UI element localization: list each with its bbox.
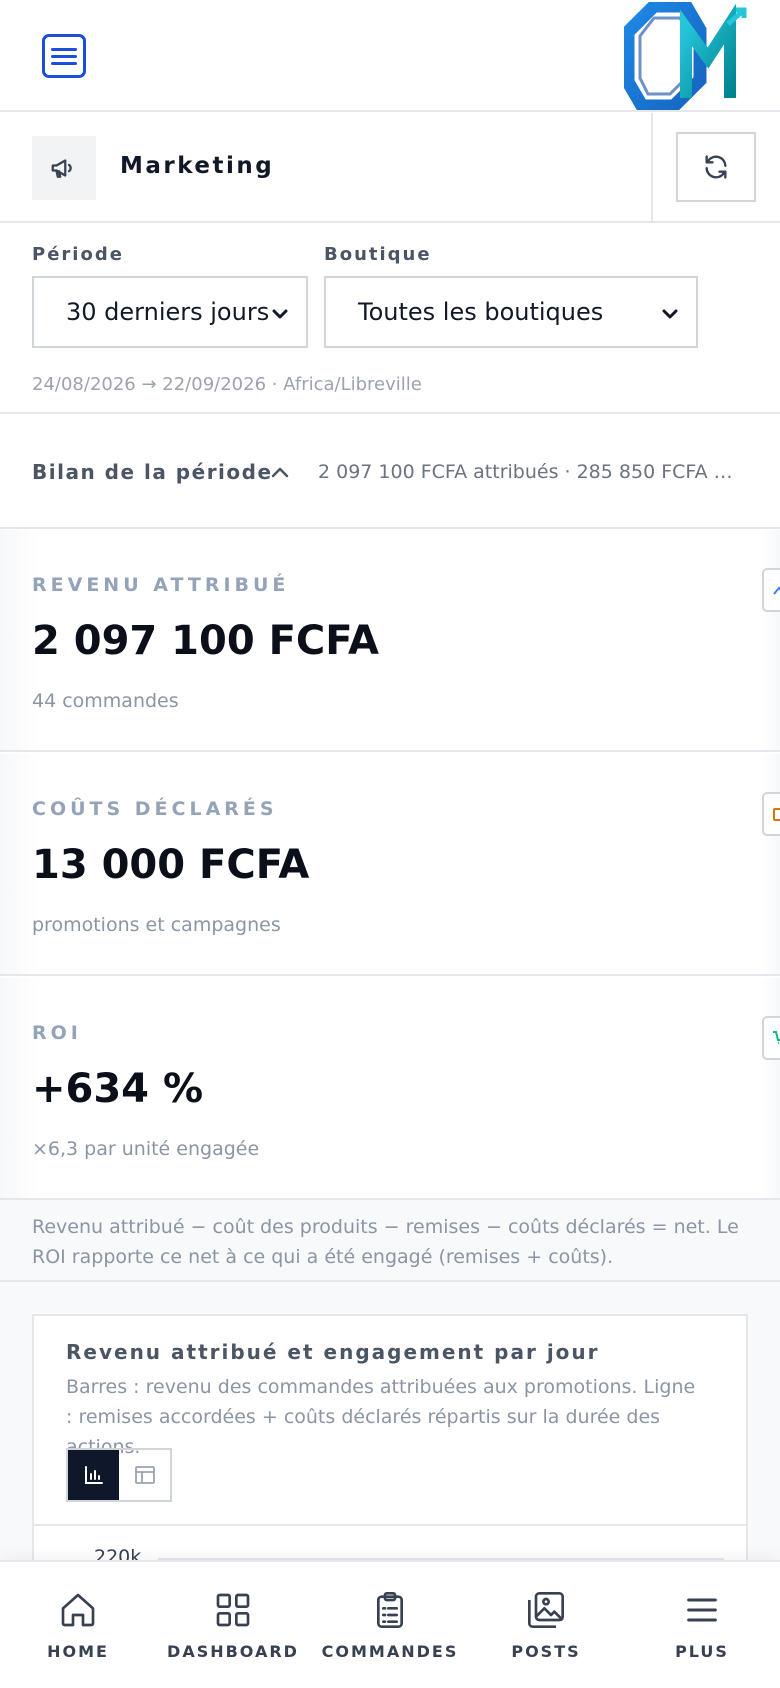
kpi-subtext: ×6,3 par unité engagée bbox=[32, 1138, 260, 1160]
nav-label: DASHBOARD bbox=[167, 1642, 299, 1661]
om-logo[interactable] bbox=[624, 2, 748, 110]
chevron-down-icon bbox=[662, 309, 678, 319]
top-bar bbox=[0, 0, 780, 112]
kpi-card-roi: ROI +634 % ×6,3 par unité engagée bbox=[0, 978, 780, 1200]
kpi-subtext: promotions et campagnes bbox=[32, 914, 281, 936]
divider bbox=[651, 113, 653, 223]
period-select[interactable]: 30 derniers jours bbox=[32, 276, 308, 348]
kpi-label: ROI bbox=[32, 1022, 82, 1044]
nav-dashboard[interactable]: DASHBOARD bbox=[163, 1562, 303, 1688]
date-range-info: 24/08/2026 → 22/09/2026 · Africa/Librevi… bbox=[32, 374, 422, 395]
bottom-navigation: HOME DASHBOARD COMMANDES POSTS PLUS bbox=[0, 1560, 780, 1688]
shop-select[interactable]: Toutes les boutiques bbox=[324, 276, 698, 348]
roi-formula-note: Revenu attribué − coût des produits − re… bbox=[0, 1200, 780, 1282]
summary-text: 2 097 100 FCFA attribués · 285 850 FCFA … bbox=[318, 461, 738, 483]
chart-card: Revenu attribué et engagement par jour B… bbox=[32, 1314, 748, 1574]
nav-posts[interactable]: POSTS bbox=[486, 1562, 606, 1688]
clipboard-icon bbox=[377, 1592, 403, 1628]
kpi-card-revenue: REVENU ATTRIBUÉ 2 097 100 FCFA 44 comman… bbox=[0, 530, 780, 752]
nav-label: COMMANDES bbox=[321, 1642, 459, 1661]
nav-label: HOME bbox=[47, 1642, 109, 1661]
kpi-label: REVENU ATTRIBUÉ bbox=[32, 574, 290, 596]
kpi-card-costs: COÛTS DÉCLARÉS 13 000 FCFA promotions et… bbox=[0, 754, 780, 976]
chart-section: Revenu attribué et engagement par jour B… bbox=[0, 1282, 780, 1574]
chevron-down-icon bbox=[272, 309, 288, 319]
page-title: Marketing bbox=[120, 153, 275, 179]
hamburger-icon[interactable] bbox=[42, 34, 86, 78]
chart-divider bbox=[34, 1524, 746, 1526]
wallet-icon bbox=[762, 792, 780, 836]
refresh-button[interactable] bbox=[676, 132, 756, 202]
dashboard-icon bbox=[216, 1593, 250, 1627]
nav-commandes[interactable]: COMMANDES bbox=[318, 1562, 462, 1688]
period-select-value: 30 derniers jours bbox=[66, 298, 270, 326]
nav-label: PLUS bbox=[675, 1642, 729, 1661]
refresh-icon bbox=[705, 155, 727, 179]
period-summary-toggle[interactable]: Bilan de la période 2 097 100 FCFA attri… bbox=[0, 415, 780, 529]
kpi-value: 2 097 100 FCFA bbox=[32, 618, 379, 664]
nav-label: POSTS bbox=[511, 1642, 581, 1661]
shop-select-value: Toutes les boutiques bbox=[358, 298, 604, 326]
kpi-subtext: 44 commandes bbox=[32, 690, 179, 712]
megaphone-icon bbox=[32, 136, 96, 200]
nav-plus[interactable]: PLUS bbox=[642, 1562, 762, 1688]
table-view-button[interactable] bbox=[119, 1450, 170, 1500]
image-icon bbox=[528, 1592, 564, 1628]
bar-chart-icon bbox=[84, 1466, 103, 1484]
trend-up-icon bbox=[762, 568, 780, 612]
home-icon bbox=[61, 1593, 95, 1627]
kpi-label: COÛTS DÉCLARÉS bbox=[32, 798, 278, 820]
chevron-up-icon bbox=[271, 467, 289, 478]
chart-title: Revenu attribué et engagement par jour bbox=[66, 1340, 600, 1364]
nav-home[interactable]: HOME bbox=[18, 1562, 138, 1688]
kpi-value: +634 % bbox=[32, 1066, 204, 1112]
summary-title: Bilan de la période bbox=[32, 460, 273, 484]
table-icon bbox=[134, 1466, 155, 1484]
period-label: Période bbox=[32, 244, 124, 265]
kpi-value: 13 000 FCFA bbox=[32, 842, 310, 888]
filters-panel: Période Boutique 30 derniers jours Toute… bbox=[0, 224, 780, 414]
menu-icon bbox=[687, 1598, 717, 1622]
chart-view-toggle bbox=[66, 1448, 172, 1502]
shop-label: Boutique bbox=[324, 244, 432, 265]
bar-chart-view-button[interactable] bbox=[68, 1450, 119, 1500]
cart-icon bbox=[762, 1016, 780, 1060]
section-header: Marketing bbox=[0, 113, 780, 223]
